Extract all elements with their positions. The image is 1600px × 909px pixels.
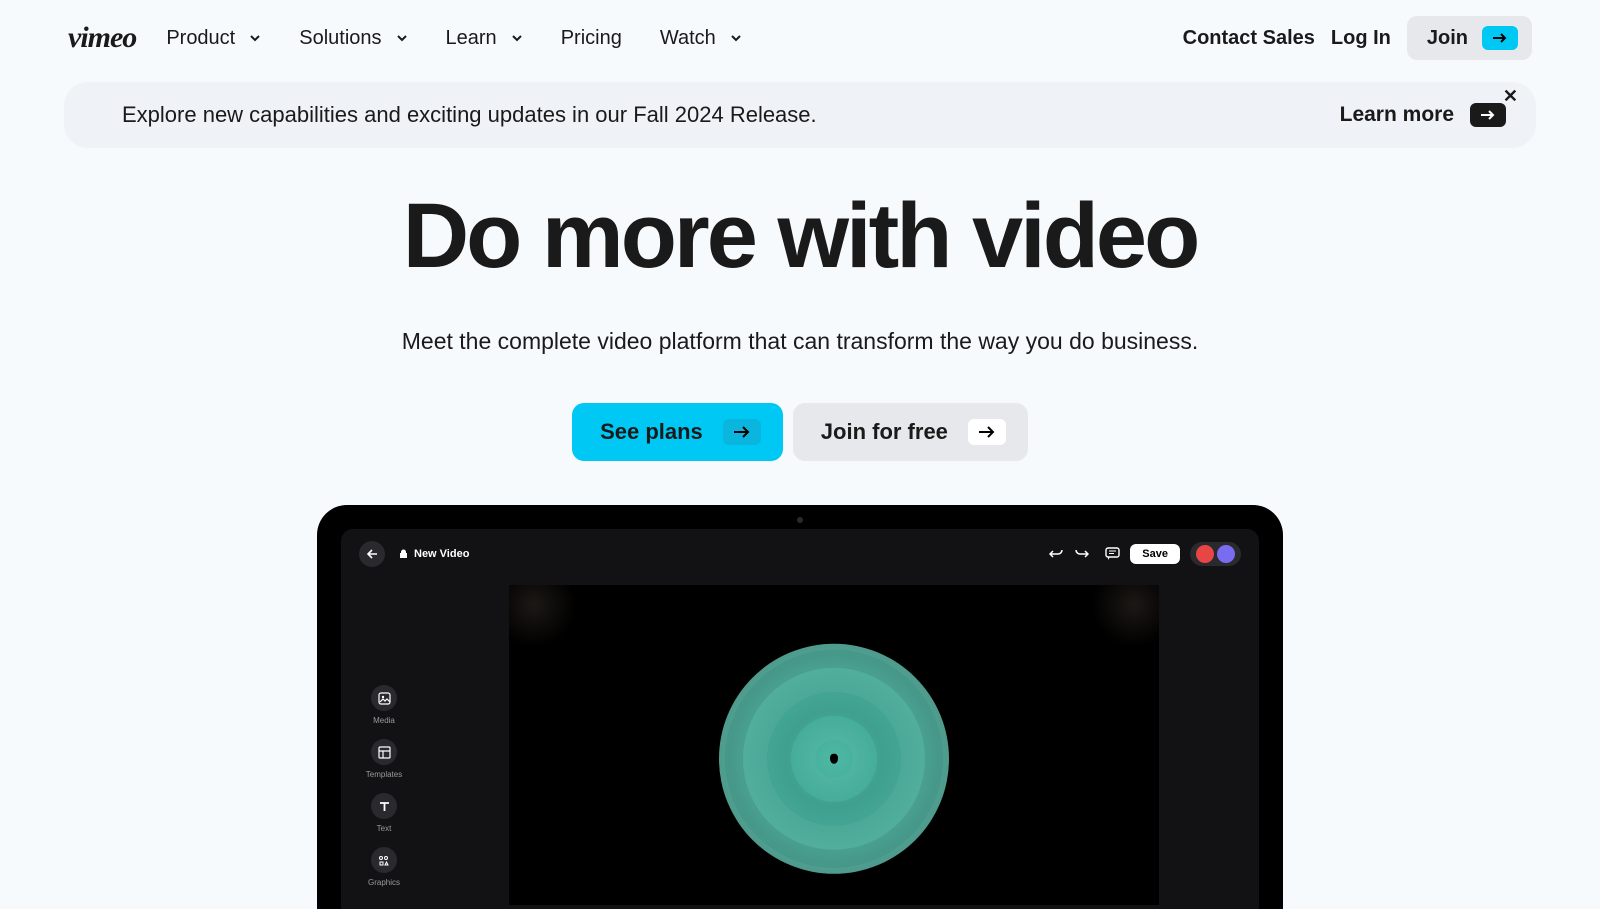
nav-label: Pricing	[561, 27, 622, 50]
editor-body: Media Templates Text	[355, 577, 1245, 909]
arrow-right-icon	[1482, 26, 1518, 50]
lock-icon	[399, 549, 408, 559]
media-icon	[371, 685, 397, 711]
arrow-right-icon	[723, 419, 761, 445]
device-preview: New Video Save	[0, 505, 1600, 909]
chevron-down-icon	[730, 32, 742, 44]
texture	[509, 585, 579, 645]
chevron-down-icon	[511, 32, 523, 44]
undo-button[interactable]	[1049, 547, 1064, 561]
tool-label: Text	[377, 824, 392, 833]
chevron-down-icon	[396, 32, 408, 44]
nav-left: Product Solutions Learn Pricing Watch	[166, 27, 741, 50]
laptop-frame: New Video Save	[317, 505, 1283, 909]
tool-label: Graphics	[368, 878, 400, 887]
nav-item-solutions[interactable]: Solutions	[299, 27, 407, 50]
save-button[interactable]: Save	[1130, 544, 1180, 564]
nav-right: Contact Sales Log In Join	[1183, 16, 1532, 60]
nav-label: Watch	[660, 27, 716, 50]
vimeo-logo[interactable]: vimeo	[68, 21, 136, 55]
top-nav: vimeo Product Solutions Learn Pricing Wa…	[0, 0, 1600, 76]
comment-button[interactable]	[1105, 547, 1120, 561]
chevron-down-icon	[249, 32, 261, 44]
video-title: New Video	[399, 548, 469, 560]
banner-cta-label: Learn more	[1340, 103, 1454, 127]
camera-dot	[797, 517, 803, 523]
announcement-banner: Explore new capabilities and exciting up…	[64, 82, 1536, 148]
nav-label: Learn	[446, 27, 497, 50]
redo-button[interactable]	[1074, 547, 1089, 561]
arrow-right-icon	[968, 419, 1006, 445]
join-free-label: Join for free	[821, 419, 948, 445]
see-plans-label: See plans	[600, 419, 703, 445]
join-label: Join	[1427, 27, 1468, 50]
templates-icon	[371, 739, 397, 765]
hero-buttons: See plans Join for free	[0, 403, 1600, 461]
avatar	[1217, 545, 1235, 563]
back-button[interactable]	[359, 541, 385, 567]
graphics-icon	[371, 847, 397, 873]
editor-header-right: Save	[1049, 542, 1241, 566]
nav-item-product[interactable]: Product	[166, 27, 261, 50]
video-frame[interactable]	[509, 585, 1159, 905]
banner-text: Explore new capabilities and exciting up…	[122, 102, 817, 128]
tool-templates[interactable]: Templates	[366, 739, 402, 779]
avatar	[1196, 545, 1214, 563]
join-free-button[interactable]: Join for free	[793, 403, 1028, 461]
join-button[interactable]: Join	[1407, 16, 1532, 60]
editor-header: New Video Save	[355, 541, 1245, 577]
login-link[interactable]: Log In	[1331, 27, 1391, 50]
tool-text[interactable]: Text	[371, 793, 397, 833]
arrow-right-icon	[1470, 103, 1506, 127]
close-icon[interactable]: ✕	[1503, 86, 1518, 107]
see-plans-button[interactable]: See plans	[572, 403, 783, 461]
tool-label: Templates	[366, 770, 402, 779]
tool-media[interactable]: Media	[371, 685, 397, 725]
text-icon	[371, 793, 397, 819]
hero-title: Do more with video	[0, 190, 1600, 282]
nav-item-learn[interactable]: Learn	[446, 27, 523, 50]
texture	[1089, 585, 1159, 645]
contact-sales-link[interactable]: Contact Sales	[1183, 27, 1315, 50]
learn-more-button[interactable]: Learn more	[1340, 103, 1506, 127]
nav-label: Solutions	[299, 27, 381, 50]
video-title-label: New Video	[414, 548, 469, 560]
hero-subtitle: Meet the complete video platform that ca…	[0, 328, 1600, 355]
editor-screen: New Video Save	[341, 529, 1259, 909]
editor-tools-sidebar: Media Templates Text	[355, 577, 413, 909]
record-disc-graphic	[719, 644, 949, 874]
nav-item-pricing[interactable]: Pricing	[561, 27, 622, 50]
nav-label: Product	[166, 27, 235, 50]
video-preview	[423, 577, 1245, 909]
tool-graphics[interactable]: Graphics	[368, 847, 400, 887]
tool-label: Media	[373, 716, 395, 725]
collaborator-avatars	[1190, 542, 1241, 566]
nav-item-watch[interactable]: Watch	[660, 27, 742, 50]
hero: Do more with video Meet the complete vid…	[0, 148, 1600, 461]
